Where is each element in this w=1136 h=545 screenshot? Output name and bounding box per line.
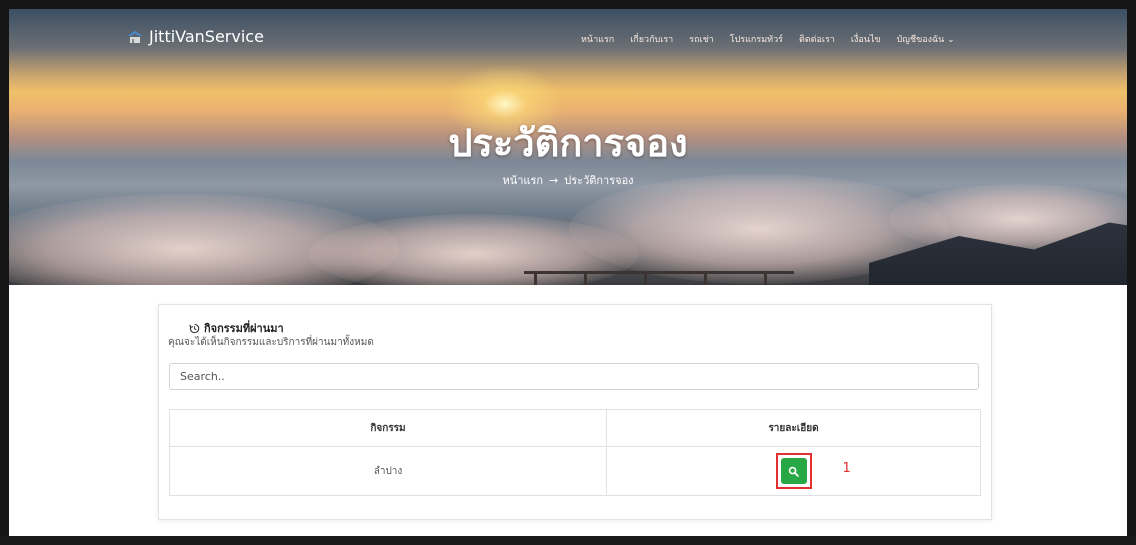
breadcrumb-home[interactable]: หน้าแรก: [502, 174, 543, 187]
detail-button-wrapper: 1: [775, 453, 851, 489]
brand-logo-link[interactable]: JittiVanService: [127, 27, 264, 46]
nav-about[interactable]: เกี่ยวกับเรา: [630, 32, 673, 46]
nav-conditions[interactable]: เงื่อนไข: [851, 32, 881, 46]
viewpoint-deck: [524, 271, 794, 285]
hero-banner: JittiVanService หน้าแรก เกี่ยวกับเรา รถเ…: [9, 9, 1127, 285]
column-header-detail: รายละเอียด: [606, 409, 981, 447]
annotation-number: 1: [842, 461, 851, 476]
nav-contact[interactable]: ติดต่อเรา: [799, 32, 835, 46]
nav-my-account-dropdown[interactable]: บัญชีของฉัน ⌄: [897, 32, 955, 46]
activity-cell: ลำปาง: [169, 446, 607, 496]
nav-tour-program[interactable]: โปรแกรมทัวร์: [730, 32, 783, 46]
bottom-dark-bar: [0, 536, 1136, 545]
history-icon: [189, 323, 200, 333]
breadcrumb: หน้าแรก → ประวัติการจอง: [9, 171, 1127, 189]
column-header-activity: กิจกรรม: [169, 409, 607, 447]
nav-home[interactable]: หน้าแรก: [581, 32, 614, 46]
top-navbar: JittiVanService หน้าแรก เกี่ยวกับเรา รถเ…: [9, 9, 1127, 49]
detail-cell: 1: [606, 446, 981, 496]
breadcrumb-current: ประวัติการจอง: [564, 174, 634, 187]
card-subtitle: คุณจะได้เห็นกิจกรรมและบริการที่ผ่านมาทั้…: [168, 337, 374, 348]
main-menu: หน้าแรก เกี่ยวกับเรา รถเช่า โปรแกรมทัวร์…: [581, 32, 955, 46]
brand-name: JittiVanService: [149, 27, 264, 46]
nav-car-rental[interactable]: รถเช่า: [689, 32, 714, 46]
highlight-box: [775, 453, 812, 489]
table-header-row: กิจกรรม รายละเอียด: [169, 409, 981, 447]
history-table: กิจกรรม รายละเอียด ลำปาง 1: [169, 409, 981, 496]
table-row: ลำปาง 1: [169, 446, 981, 496]
history-card: กิจกรรมที่ผ่านมา คุณจะได้เห็นกิจกรรมและบ…: [158, 304, 992, 520]
search-input[interactable]: [169, 363, 979, 390]
breadcrumb-arrow-icon: →: [549, 174, 559, 187]
jitti-logo-icon: [128, 30, 142, 43]
page-title: ประวัติการจอง: [448, 121, 688, 165]
